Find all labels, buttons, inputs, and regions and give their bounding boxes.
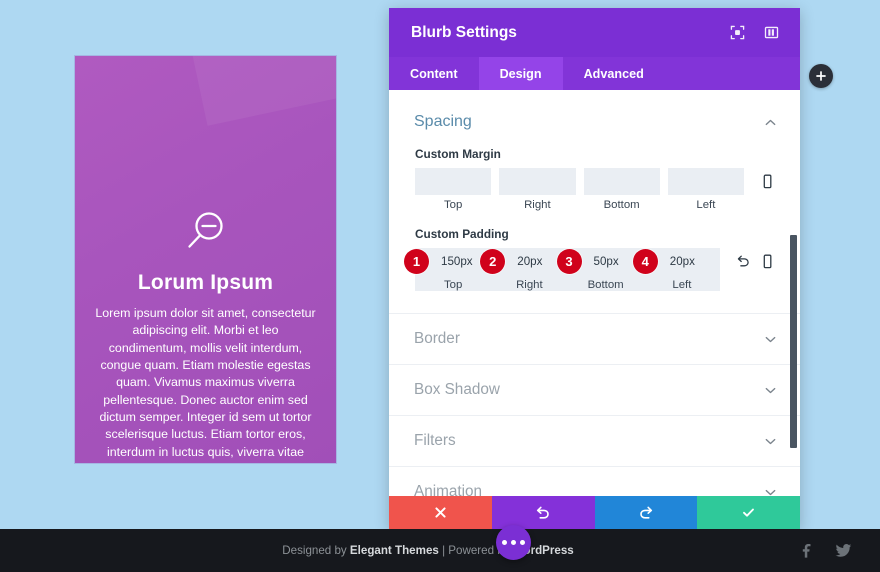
margin-right-caption: Right bbox=[524, 199, 551, 211]
blurb-title: Lorum Ipsum bbox=[137, 271, 274, 294]
margin-bottom-field[interactable]: Bottom bbox=[583, 168, 660, 211]
accordion-animation-label: Animation bbox=[414, 483, 483, 496]
annotation-badge-3: 3 bbox=[556, 249, 582, 274]
footer-credits: Designed by Elegant Themes | Powered by … bbox=[28, 544, 798, 557]
padding-right-field[interactable]: 2 Right bbox=[480, 248, 568, 291]
margin-left-input[interactable] bbox=[667, 168, 744, 195]
margin-left-field[interactable]: Left bbox=[667, 168, 744, 211]
layout-panel-icon[interactable] bbox=[759, 21, 783, 45]
twitter-icon[interactable] bbox=[834, 542, 852, 560]
padding-top-field[interactable]: 1 Top bbox=[404, 248, 492, 291]
responsive-mobile-icon[interactable] bbox=[756, 172, 778, 192]
margin-left-caption: Left bbox=[696, 199, 716, 211]
page-footer: Designed by Elegant Themes | Powered by … bbox=[0, 529, 880, 572]
focus-target-icon[interactable] bbox=[725, 21, 749, 45]
spacing-section-header[interactable]: Spacing bbox=[389, 90, 800, 131]
margin-top-caption: Top bbox=[443, 199, 463, 211]
custom-margin-group: Custom Margin Top Right Bottom Left bbox=[389, 147, 800, 211]
padding-left-caption: Left bbox=[672, 279, 692, 291]
chevron-up-icon[interactable] bbox=[762, 114, 778, 130]
custom-margin-tools bbox=[744, 168, 778, 195]
margin-top-field[interactable]: Top bbox=[415, 168, 492, 211]
margin-top-input[interactable] bbox=[415, 168, 492, 195]
annotation-badge-4: 4 bbox=[632, 249, 658, 274]
padding-bottom-caption: Bottom bbox=[587, 279, 624, 291]
tab-design[interactable]: Design bbox=[478, 57, 563, 90]
accordion-filters-label: Filters bbox=[414, 432, 456, 449]
custom-padding-label: Custom Padding bbox=[415, 227, 509, 241]
annotation-badge-1: 1 bbox=[404, 249, 429, 274]
magnifier-minus-icon bbox=[187, 212, 223, 248]
margin-bottom-input[interactable] bbox=[583, 168, 660, 195]
footer-brand-elegant-themes[interactable]: Elegant Themes bbox=[350, 544, 439, 557]
cancel-button[interactable] bbox=[389, 496, 492, 529]
custom-padding-inputs: 1 Top 2 Right 3 Bottom bbox=[404, 248, 720, 291]
footer-prefix: Designed by bbox=[282, 544, 350, 557]
ellipsis-dot bbox=[511, 540, 516, 545]
chevron-down-icon[interactable] bbox=[762, 433, 778, 449]
facebook-icon[interactable] bbox=[798, 542, 816, 560]
margin-bottom-caption: Bottom bbox=[603, 199, 640, 211]
ellipsis-dot bbox=[502, 540, 507, 545]
margin-right-input[interactable] bbox=[499, 168, 576, 195]
modal-action-bar bbox=[389, 496, 800, 529]
tab-content[interactable]: Content bbox=[389, 57, 479, 90]
scrollbar-thumb[interactable] bbox=[790, 235, 797, 448]
builder-more-options-button[interactable] bbox=[496, 525, 531, 560]
reset-undo-icon[interactable] bbox=[732, 252, 754, 272]
custom-padding-tools bbox=[720, 248, 778, 275]
save-button[interactable] bbox=[697, 496, 800, 529]
blurb-body-text: Lorem ipsum dolor sit amet, consectetur … bbox=[95, 306, 316, 463]
modal-scrollbar[interactable] bbox=[790, 90, 797, 496]
accordion-border-label: Border bbox=[414, 330, 460, 347]
chevron-down-icon[interactable] bbox=[762, 484, 778, 496]
chevron-down-icon[interactable] bbox=[762, 331, 778, 347]
footer-social-links bbox=[798, 542, 852, 560]
tab-advanced[interactable]: Advanced bbox=[563, 57, 665, 90]
accordion-border[interactable]: Border bbox=[389, 313, 800, 364]
padding-bottom-field[interactable]: 3 Bottom bbox=[556, 248, 644, 291]
padding-left-field[interactable]: 4 Left bbox=[632, 248, 720, 291]
accordion-box-shadow[interactable]: Box Shadow bbox=[389, 364, 800, 415]
custom-margin-label: Custom Margin bbox=[415, 147, 501, 161]
spacing-section-title: Spacing bbox=[414, 113, 472, 130]
accordion-box-shadow-label: Box Shadow bbox=[414, 381, 500, 398]
modal-tab-bar: Content Design Advanced bbox=[389, 57, 800, 90]
padding-top-caption: Top bbox=[443, 279, 463, 291]
undo-button[interactable] bbox=[491, 496, 595, 529]
modal-title: Blurb Settings bbox=[411, 23, 517, 41]
padding-right-caption: Right bbox=[516, 279, 543, 291]
modal-body: Spacing Custom Margin Top Right Bottom L… bbox=[389, 90, 800, 496]
accordion-filters[interactable]: Filters bbox=[389, 415, 800, 466]
accordion-animation[interactable]: Animation bbox=[389, 466, 800, 496]
responsive-mobile-icon[interactable] bbox=[756, 252, 778, 272]
blurb-module-preview[interactable]: Lorum Ipsum Lorem ipsum dolor sit amet, … bbox=[75, 56, 336, 463]
blurb-settings-modal: Blurb Settings Content Design Advanced S… bbox=[389, 8, 800, 529]
margin-right-field[interactable]: Right bbox=[499, 168, 576, 211]
ellipsis-dot bbox=[520, 540, 525, 545]
custom-margin-inputs: Top Right Bottom Left bbox=[415, 168, 744, 211]
add-module-button[interactable] bbox=[809, 64, 833, 88]
modal-header: Blurb Settings bbox=[389, 8, 800, 57]
custom-padding-group: Custom Padding 1 Top 2 Right bbox=[389, 227, 800, 291]
redo-button[interactable] bbox=[594, 496, 698, 529]
chevron-down-icon[interactable] bbox=[762, 382, 778, 398]
